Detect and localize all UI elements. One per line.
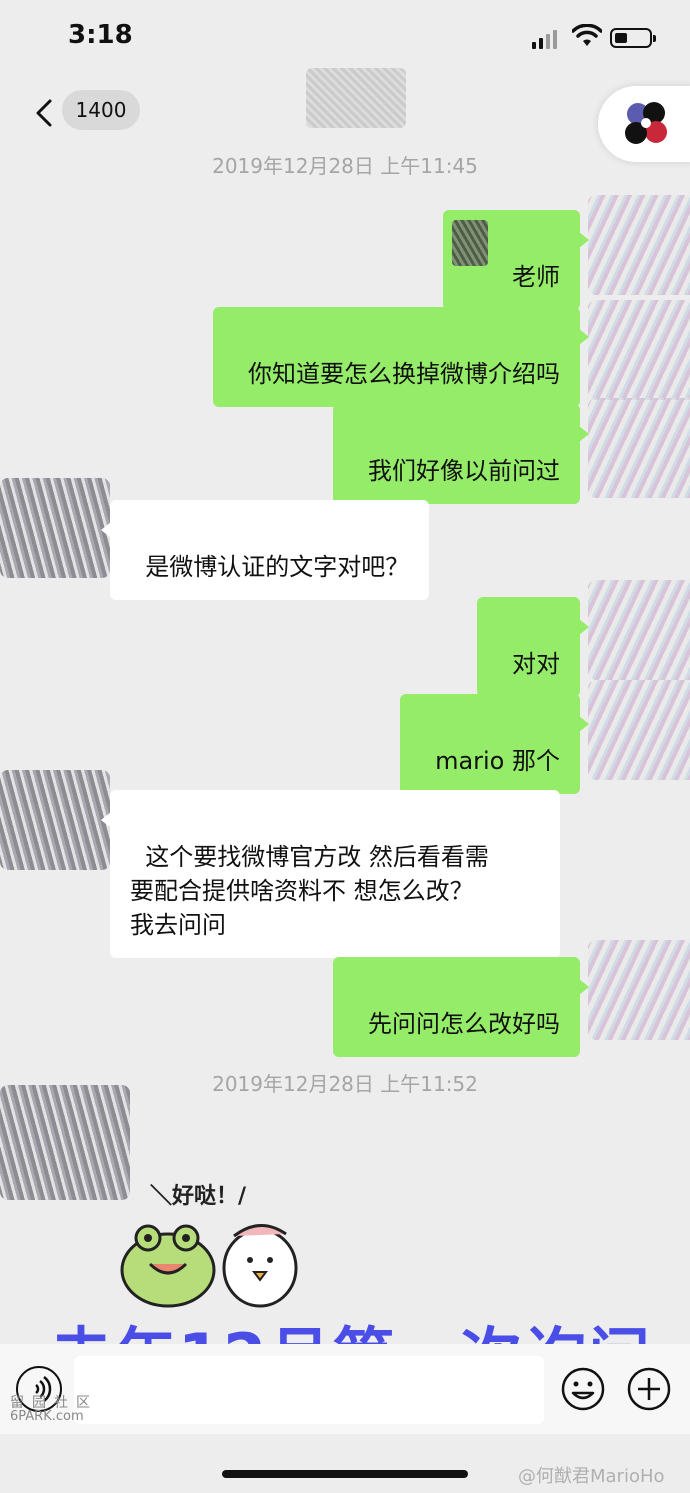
app-logo-icon <box>625 102 667 144</box>
self-avatar-redacted[interactable] <box>588 195 690 295</box>
message-text: 是微博认证的文字对吧？ <box>145 553 410 581</box>
more-options-plus-icon[interactable] <box>626 1366 672 1412</box>
self-avatar-redacted[interactable] <box>588 940 690 1040</box>
chat-header: 1400 <box>0 68 690 162</box>
outgoing-message[interactable]: 对对 <box>476 597 590 697</box>
unread-count-badge[interactable]: 1400 <box>62 90 140 130</box>
site-watermark: 留园社区 6PARK.com <box>10 1396 98 1424</box>
message-text: 对对 <box>512 650 560 678</box>
contact-avatar-redacted[interactable] <box>0 478 110 578</box>
home-indicator[interactable] <box>222 1470 468 1478</box>
self-avatar-redacted[interactable] <box>588 580 690 680</box>
back-chevron-icon[interactable] <box>32 98 56 128</box>
site-watermark-top: 留园社区 <box>10 1395 98 1411</box>
frog-and-chick-sticker-icon <box>120 1224 298 1308</box>
self-avatar-redacted[interactable] <box>588 300 690 400</box>
message-text: 老师 <box>512 263 560 291</box>
message-text: 先问问怎么改好吗 <box>368 1010 560 1038</box>
incoming-message[interactable]: 是微博认证的文字对吧？ <box>100 500 430 600</box>
wifi-icon <box>572 24 602 46</box>
contact-avatar-redacted[interactable] <box>0 770 110 870</box>
outgoing-message[interactable]: 先问问怎么改好吗 <box>332 957 590 1057</box>
chat-title-redacted <box>306 68 406 128</box>
input-toolbar <box>0 1344 690 1434</box>
outgoing-message[interactable]: mario 那个 <box>399 694 590 794</box>
message-timestamp: 2019年12月28日 上午11:45 <box>212 154 478 178</box>
sticker-message[interactable]: ＼好哒！/ <box>110 1160 310 1310</box>
emoji-button-icon[interactable] <box>560 1366 606 1412</box>
battery-icon <box>610 28 656 48</box>
self-avatar-redacted[interactable] <box>588 398 690 498</box>
weibo-watermark: @何猷君MarioHo <box>518 1466 665 1487</box>
site-watermark-bottom: 6PARK.com <box>10 1409 84 1424</box>
outgoing-message[interactable]: 你知道要怎么换掉微博介绍吗 <box>212 307 590 407</box>
message-input[interactable] <box>74 1356 544 1424</box>
name-redacted <box>452 220 488 266</box>
message-text: 这个要找微博官方改 然后看看需 要配合提供啥资料不 想怎么改？ 我去问问 <box>130 843 489 939</box>
message-text: 我们好像以前问过 <box>368 457 560 485</box>
message-text: mario 那个 <box>435 747 560 775</box>
incoming-message[interactable]: 这个要找微博官方改 然后看看需 要配合提供啥资料不 想怎么改？ 我去问问 <box>101 790 560 958</box>
status-bar: 3:18 <box>0 0 690 78</box>
outgoing-message[interactable]: 我们好像以前问过 <box>332 404 590 504</box>
status-time: 3:18 <box>68 20 133 50</box>
cellular-signal-icon <box>532 30 557 49</box>
message-text: 你知道要怎么换掉微博介绍吗 <box>248 360 560 388</box>
self-avatar-redacted[interactable] <box>588 680 690 780</box>
